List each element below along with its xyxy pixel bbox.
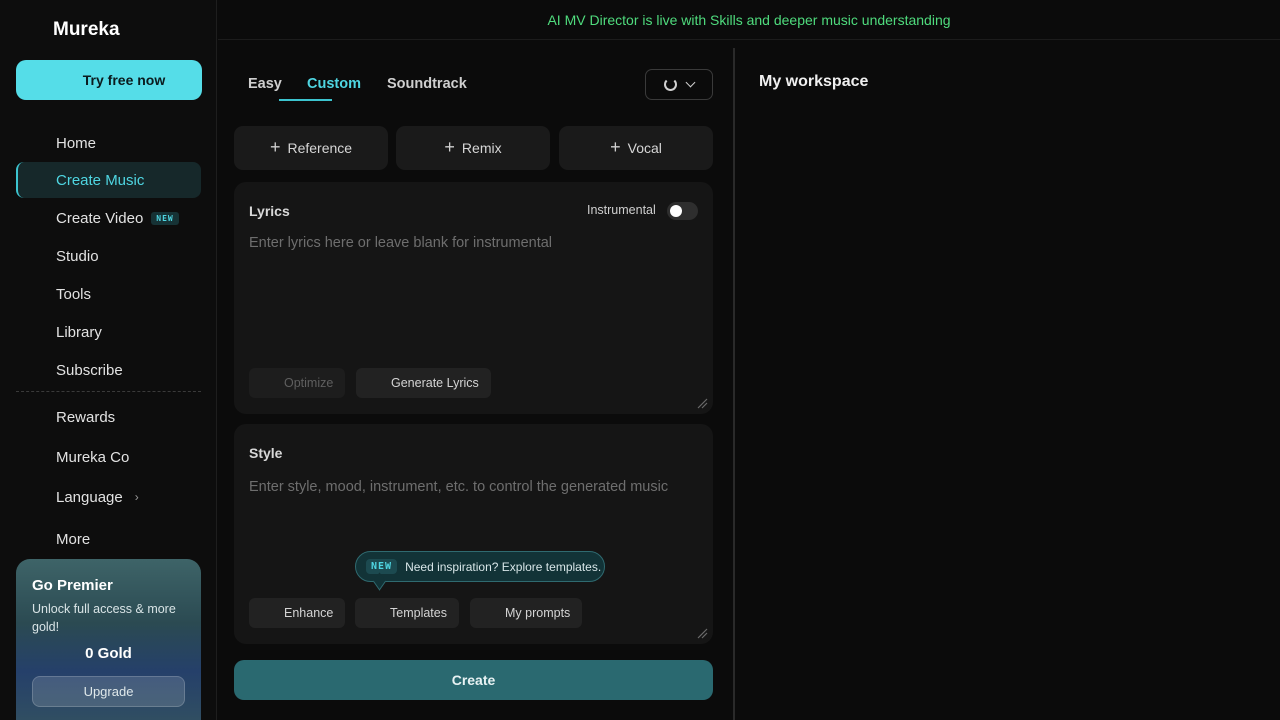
- sidebar-item-label: Studio: [56, 247, 99, 265]
- sidebar-item-label: Library: [56, 323, 102, 341]
- sidebar-item-label: Subscribe: [56, 361, 123, 379]
- instrumental-toggle[interactable]: [667, 202, 698, 220]
- new-badge: NEW: [151, 211, 179, 225]
- sidebar-item-label: Language: [56, 488, 123, 506]
- tab-custom[interactable]: Custom: [307, 76, 361, 92]
- sidebar-item-label: Create Video: [56, 209, 144, 227]
- sidebar-item-tools[interactable]: Tools: [16, 276, 201, 312]
- resize-handle-icon[interactable]: [696, 397, 708, 409]
- my-prompts-button[interactable]: My prompts: [470, 598, 583, 628]
- sidebar-item-mureka-co[interactable]: Mureka Co: [16, 439, 201, 475]
- sidebar-item-more[interactable]: More: [16, 521, 201, 557]
- plus-icon: +: [444, 136, 455, 157]
- workspace-title: My workspace: [759, 73, 869, 90]
- sidebar-item-language[interactable]: Language ›: [16, 479, 201, 515]
- app-logo[interactable]: Mureka: [53, 19, 120, 41]
- sidebar-item-label: Home: [56, 134, 97, 152]
- plus-icon: +: [610, 136, 621, 157]
- chevron-down-icon: [685, 77, 696, 88]
- banner-text: AI MV Director is live with Skills and d…: [547, 11, 951, 28]
- sidebar-item-label: More: [56, 530, 91, 548]
- instrumental-label: Instrumental: [587, 203, 656, 217]
- sidebar-item-create-video[interactable]: Create Video NEW: [16, 200, 201, 236]
- style-label: Style: [249, 445, 283, 461]
- loading-spinner-icon: [664, 78, 677, 91]
- nav-divider: [16, 391, 201, 392]
- generate-lyrics-button[interactable]: Generate Lyrics: [356, 368, 491, 398]
- panel-splitter[interactable]: [733, 48, 735, 720]
- sidebar-item-home[interactable]: Home: [16, 125, 201, 161]
- vocal-button[interactable]: + Vocal: [559, 126, 713, 170]
- tooltip-text: Need inspiration? Explore templates.: [405, 559, 602, 574]
- sidebar: Mureka Try free now Home Create Music Cr…: [0, 0, 217, 720]
- sidebar-item-label: Mureka Co: [56, 448, 130, 466]
- premier-subtitle: Unlock full access & more gold!: [32, 602, 176, 634]
- reference-label: Reference: [287, 140, 353, 156]
- upgrade-button[interactable]: Upgrade: [32, 676, 185, 707]
- enhance-button[interactable]: Enhance: [249, 598, 346, 628]
- lyrics-card: Lyrics Instrumental Enter lyrics here or…: [234, 182, 713, 414]
- style-input[interactable]: Enter style, mood, instrument, etc. to c…: [249, 479, 668, 495]
- lyrics-input[interactable]: Enter lyrics here or leave blank for ins…: [249, 235, 552, 251]
- chevron-right-icon: ›: [134, 490, 139, 504]
- premier-card: Go Premier Unlock full access & more gol…: [16, 559, 201, 720]
- model-select[interactable]: [645, 69, 713, 100]
- gold-balance: 0 Gold: [85, 645, 132, 662]
- remix-label: Remix: [461, 140, 502, 156]
- sidebar-item-studio[interactable]: Studio: [16, 238, 201, 274]
- tab-easy[interactable]: Easy: [248, 76, 282, 92]
- sidebar-item-label: Rewards: [56, 408, 116, 426]
- premier-title: Go Premier: [32, 577, 113, 594]
- resize-handle-icon[interactable]: [696, 627, 708, 639]
- style-card: Style Enter style, mood, instrument, etc…: [234, 424, 713, 644]
- sidebar-item-label: Tools: [56, 285, 92, 303]
- lyrics-label: Lyrics: [249, 203, 290, 219]
- sidebar-item-create-music[interactable]: Create Music: [16, 162, 201, 198]
- tooltip-new-badge: NEW: [366, 559, 398, 574]
- vocal-label: Vocal: [627, 140, 662, 156]
- tab-soundtrack[interactable]: Soundtrack: [387, 76, 467, 92]
- try-free-button[interactable]: Try free now: [16, 60, 202, 100]
- plus-icon: +: [269, 136, 281, 157]
- templates-tooltip[interactable]: NEW Need inspiration? Explore templates.: [355, 551, 605, 582]
- sidebar-item-rewards[interactable]: Rewards: [16, 399, 201, 435]
- remix-button[interactable]: + Remix: [396, 126, 550, 170]
- templates-button[interactable]: Templates: [355, 598, 459, 628]
- announcement-banner[interactable]: AI MV Director is live with Skills and d…: [218, 0, 1280, 40]
- active-tab-indicator: [279, 99, 332, 101]
- reference-button[interactable]: + Reference: [234, 126, 388, 170]
- sidebar-item-label: Create Music: [56, 171, 145, 189]
- optimize-button[interactable]: Optimize: [249, 368, 346, 398]
- sidebar-item-library[interactable]: Library: [16, 314, 201, 350]
- sidebar-item-subscribe[interactable]: Subscribe: [16, 352, 201, 388]
- create-button[interactable]: Create: [234, 660, 713, 700]
